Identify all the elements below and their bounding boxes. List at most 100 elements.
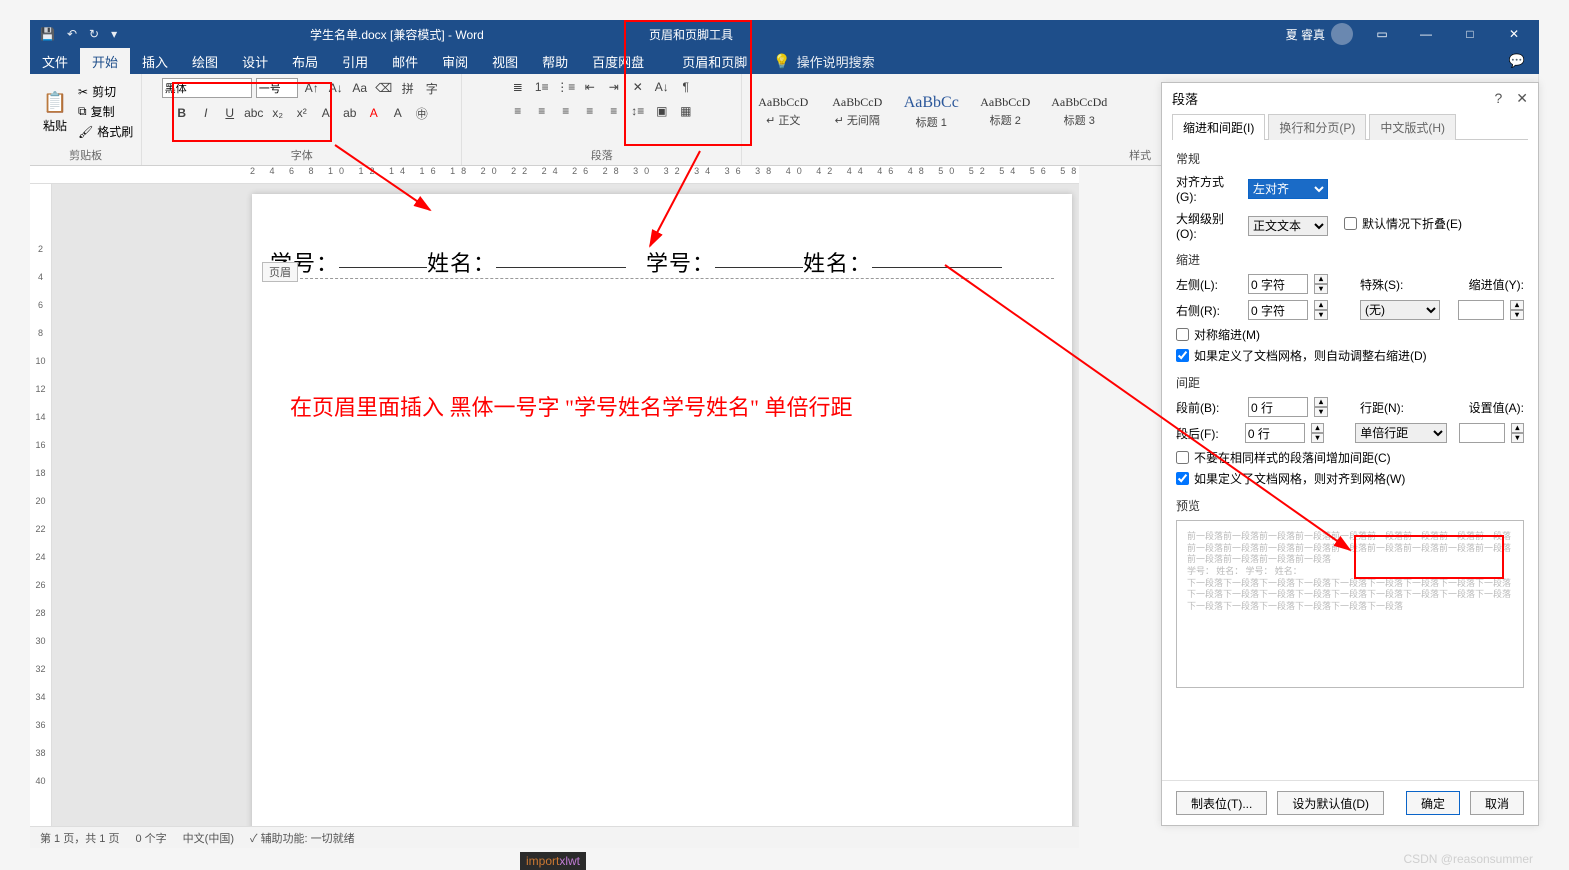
spin-down-icon[interactable]: ▾: [1314, 407, 1328, 417]
right-indent-input[interactable]: [1248, 300, 1308, 320]
minimize-icon[interactable]: —: [1411, 27, 1441, 41]
line-spacing-select[interactable]: 单倍行距: [1355, 423, 1446, 443]
style-item[interactable]: AaBbCcDd标题 3: [1046, 93, 1112, 130]
tab-layout[interactable]: 布局: [280, 48, 330, 74]
cut-button[interactable]: ✂剪切: [78, 83, 133, 100]
underline-icon[interactable]: U: [220, 104, 240, 122]
highlight-icon[interactable]: ab: [340, 104, 360, 122]
dialog-close-icon[interactable]: ✕: [1516, 90, 1528, 107]
text-effects-icon[interactable]: A: [316, 104, 336, 122]
show-marks-icon[interactable]: ¶: [676, 78, 696, 96]
tab-insert[interactable]: 插入: [130, 48, 180, 74]
increase-indent-icon[interactable]: ⇥: [604, 78, 624, 96]
tab-references[interactable]: 引用: [330, 48, 380, 74]
after-input[interactable]: [1245, 423, 1305, 443]
qat-more-icon[interactable]: ▾: [111, 27, 117, 41]
style-item[interactable]: AaBbCcD标题 2: [972, 93, 1038, 130]
align-right-icon[interactable]: ≡: [556, 102, 576, 120]
distribute-icon[interactable]: ≡: [604, 102, 624, 120]
ribbon-options-icon[interactable]: ▭: [1367, 27, 1397, 41]
tab-baidu[interactable]: 百度网盘: [580, 48, 656, 74]
horizontal-ruler[interactable]: 2 4 6 8 10 12 14 16 18 20 22 24 26 28 30…: [30, 166, 1079, 184]
nosame-checkbox[interactable]: [1176, 451, 1189, 464]
tab-view[interactable]: 视图: [480, 48, 530, 74]
bullets-icon[interactable]: ≣: [508, 78, 528, 96]
set-default-button[interactable]: 设为默认值(D): [1277, 791, 1384, 815]
ok-button[interactable]: 确定: [1406, 791, 1460, 815]
user-account[interactable]: 夏 睿真: [1286, 23, 1353, 45]
spin-down-icon[interactable]: ▾: [1314, 284, 1328, 294]
paste-button[interactable]: 📋 粘贴: [38, 90, 72, 134]
spin-down-icon[interactable]: ▾: [1510, 310, 1524, 320]
tab-mailings[interactable]: 邮件: [380, 48, 430, 74]
collapse-checkbox[interactable]: [1344, 217, 1357, 230]
multilevel-icon[interactable]: ⋮≡: [556, 78, 576, 96]
tab-help[interactable]: 帮助: [530, 48, 580, 74]
style-item[interactable]: AaBbCc标题 1: [898, 92, 964, 132]
dialog-tab-indent[interactable]: 缩进和间距(I): [1172, 114, 1265, 140]
decrease-indent-icon[interactable]: ⇤: [580, 78, 600, 96]
tab-home[interactable]: 开始: [80, 48, 130, 74]
font-color-icon[interactable]: A: [364, 104, 384, 122]
asian-layout-icon[interactable]: ✕: [628, 78, 648, 96]
superscript-icon[interactable]: x²: [292, 104, 312, 122]
status-page[interactable]: 第 1 页，共 1 页: [40, 830, 119, 846]
sort-icon[interactable]: A↓: [652, 78, 672, 96]
bold-icon[interactable]: B: [172, 104, 192, 122]
borders-icon[interactable]: ▦: [676, 102, 696, 120]
tab-design[interactable]: 设计: [230, 48, 280, 74]
font-size-select[interactable]: [256, 78, 298, 98]
numbering-icon[interactable]: 1≡: [532, 78, 552, 96]
spin-up-icon[interactable]: ▴: [1314, 397, 1328, 407]
mirror-checkbox[interactable]: [1176, 328, 1189, 341]
spin-up-icon[interactable]: ▴: [1511, 423, 1524, 433]
char-border-icon[interactable]: 字: [422, 79, 442, 97]
phonetic-icon[interactable]: 拼: [398, 79, 418, 97]
align-center-icon[interactable]: ≡: [532, 102, 552, 120]
subscript-icon[interactable]: x₂: [268, 104, 288, 122]
special-select[interactable]: (无): [1360, 300, 1440, 320]
status-a11y[interactable]: ✓ 辅助功能: 一切就绪: [250, 830, 355, 846]
status-words[interactable]: 0 个字: [135, 830, 166, 846]
left-indent-input[interactable]: [1248, 274, 1308, 294]
tabstops-button[interactable]: 制表位(T)...: [1176, 791, 1267, 815]
header-content[interactable]: 学号： 姓名： 学号： 姓名：: [270, 246, 1054, 279]
decrease-font-icon[interactable]: A↓: [326, 79, 346, 97]
format-painter-button[interactable]: 🖌格式刷: [78, 123, 133, 140]
italic-icon[interactable]: I: [196, 104, 216, 122]
spin-up-icon[interactable]: ▴: [1510, 300, 1524, 310]
dialog-help-icon[interactable]: ?: [1494, 90, 1502, 107]
tab-draw[interactable]: 绘图: [180, 48, 230, 74]
tab-file[interactable]: 文件: [30, 48, 80, 74]
shading-icon[interactable]: ▣: [652, 102, 672, 120]
alignment-select[interactable]: 左对齐: [1248, 179, 1328, 199]
dialog-tab-pagination[interactable]: 换行和分页(P): [1268, 114, 1366, 140]
vertical-ruler[interactable]: 246810121416182022242628303234363840: [30, 184, 52, 826]
tell-me[interactable]: 💡 操作说明搜索: [773, 52, 874, 71]
align-left-icon[interactable]: ≡: [508, 102, 528, 120]
outline-select[interactable]: 正文文本: [1248, 216, 1328, 236]
spin-up-icon[interactable]: ▴: [1314, 274, 1328, 284]
close-icon[interactable]: ✕: [1499, 27, 1529, 41]
tab-header-footer[interactable]: 页眉和页脚: [670, 48, 759, 74]
status-lang[interactable]: 中文(中国): [183, 830, 234, 846]
change-case-icon[interactable]: Aa: [350, 79, 370, 97]
dialog-tab-asian[interactable]: 中文版式(H): [1369, 114, 1456, 140]
tab-review[interactable]: 审阅: [430, 48, 480, 74]
clear-formatting-icon[interactable]: ⌫: [374, 79, 394, 97]
justify-icon[interactable]: ≡: [580, 102, 600, 120]
maximize-icon[interactable]: □: [1455, 27, 1485, 41]
undo-icon[interactable]: ↶: [67, 27, 77, 41]
spin-up-icon[interactable]: ▴: [1311, 423, 1324, 433]
strike-icon[interactable]: abc: [244, 104, 264, 122]
style-item[interactable]: AaBbCcD↵ 无间隔: [824, 93, 890, 130]
char-shading-icon[interactable]: A: [388, 104, 408, 122]
grid-indent-checkbox[interactable]: [1176, 349, 1189, 362]
copy-button[interactable]: ⧉复制: [78, 103, 133, 120]
increase-font-icon[interactable]: A↑: [302, 79, 322, 97]
spin-down-icon[interactable]: ▾: [1311, 433, 1324, 443]
indent-value-input[interactable]: [1458, 300, 1504, 320]
save-icon[interactable]: 💾: [40, 27, 55, 41]
before-input[interactable]: [1248, 397, 1308, 417]
redo-icon[interactable]: ↻: [89, 27, 99, 41]
